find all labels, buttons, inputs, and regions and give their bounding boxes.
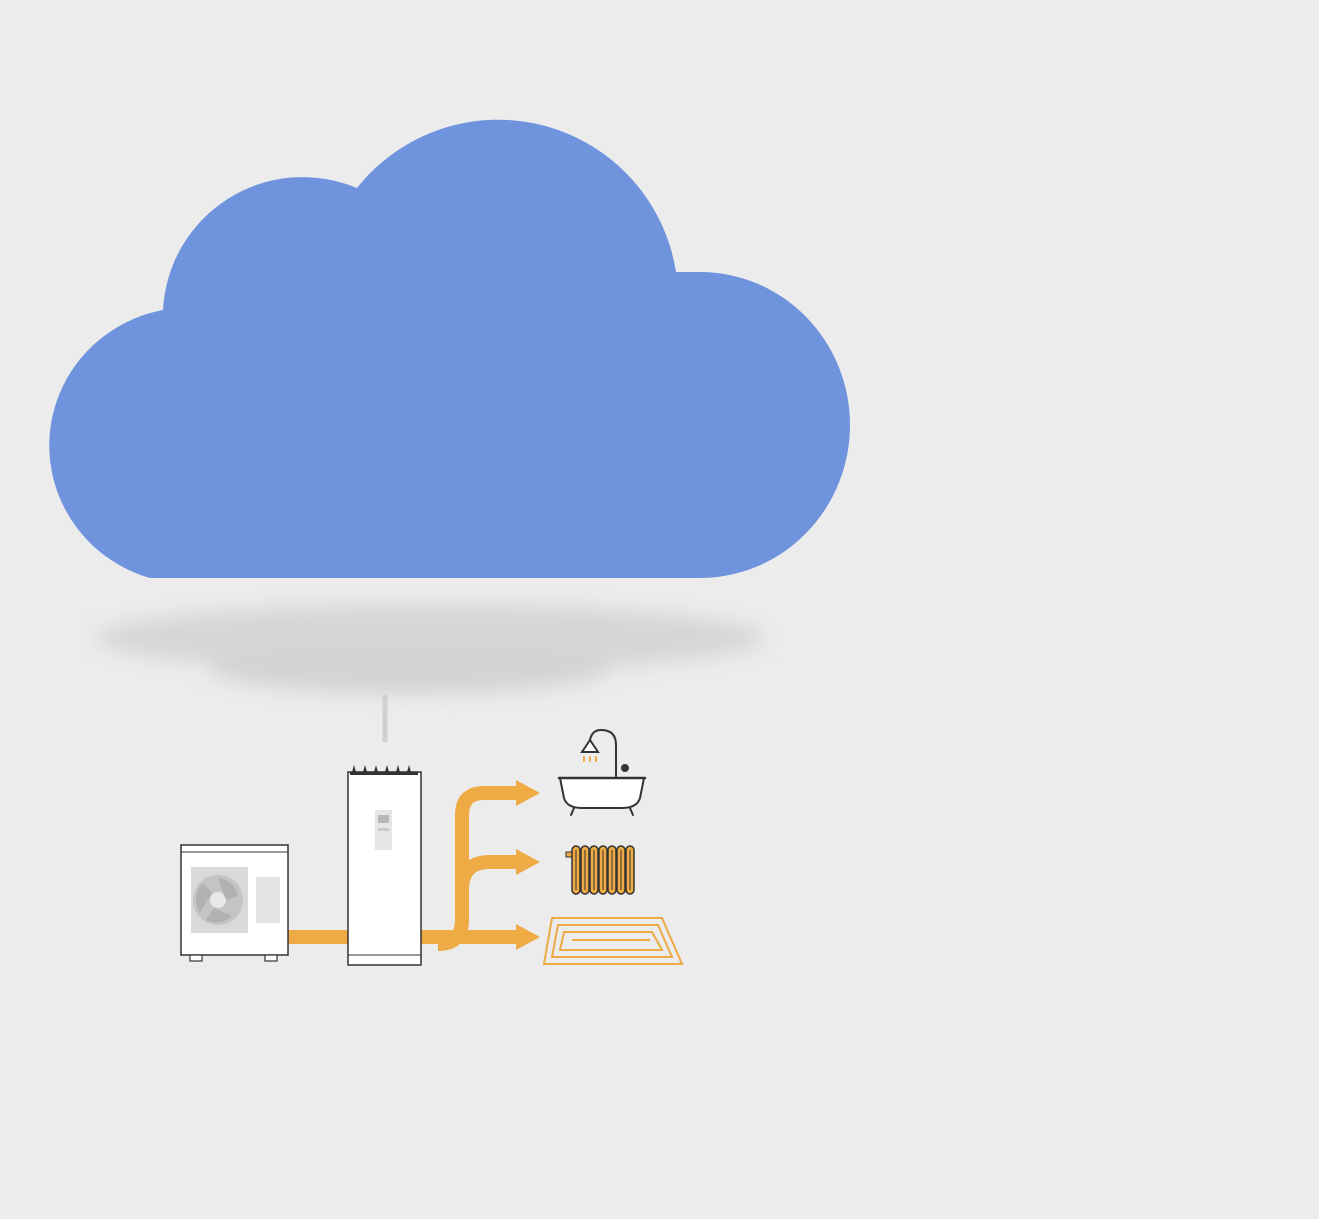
heat-pump-cloud-diagram bbox=[0, 0, 1319, 1219]
radiator-icon bbox=[565, 845, 635, 895]
heat-pump-outdoor-unit-icon bbox=[180, 844, 289, 962]
background bbox=[0, 0, 1319, 1219]
indoor-hydro-unit-icon bbox=[347, 765, 422, 966]
